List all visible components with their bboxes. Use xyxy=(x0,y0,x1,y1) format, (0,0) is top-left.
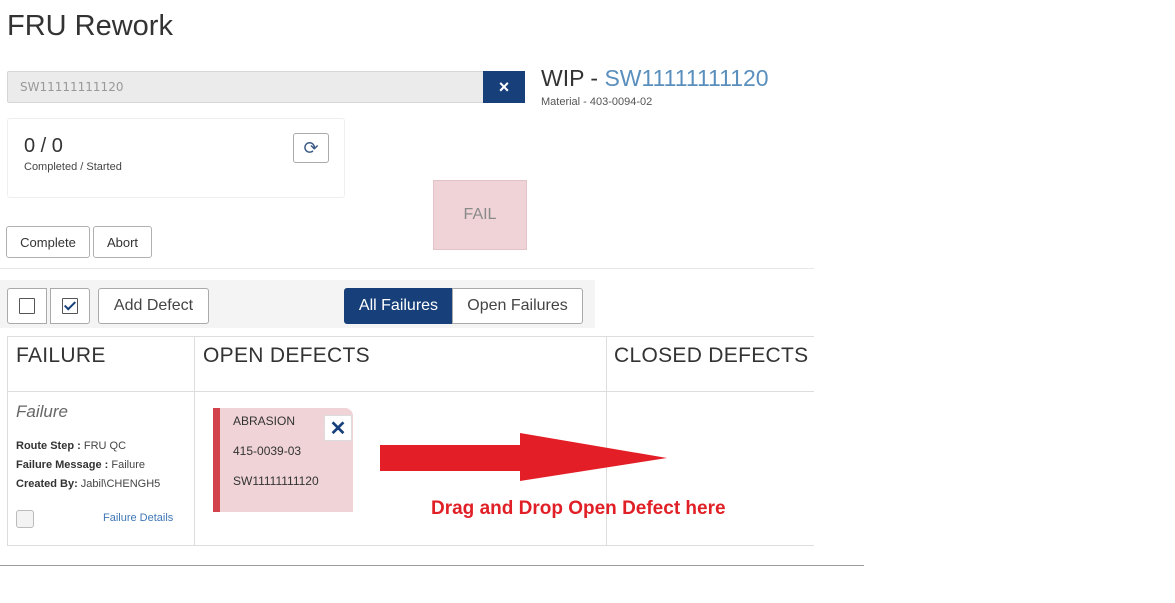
page-title: FRU Rework xyxy=(7,10,173,42)
refresh-button[interactable]: ⟳ xyxy=(293,133,329,163)
defect-part-number: 415-0039-03 xyxy=(233,444,302,458)
wip-serial: SW11111111120 xyxy=(604,65,769,91)
close-icon: ✕ xyxy=(329,417,347,440)
material-number: Material - 403-0094-02 xyxy=(541,96,653,108)
remove-defect-button[interactable]: ✕ xyxy=(324,415,352,441)
add-defect-button[interactable]: Add Defect xyxy=(98,288,209,324)
open-defect-card[interactable]: ABRASION 415-0039-03 SW11111111120 ✕ xyxy=(213,408,353,512)
complete-button[interactable]: Complete xyxy=(6,226,90,258)
wip-search-input[interactable]: SW11111111120 xyxy=(7,71,484,103)
annotation-arrow-shape xyxy=(380,433,667,481)
route-step-row: Route Step : FRU QC xyxy=(16,440,126,452)
divider xyxy=(0,268,814,269)
main-panel: FRU Rework SW11111111120 × WIP - SW11111… xyxy=(0,0,864,566)
checkbox-checked-icon xyxy=(62,298,78,314)
failure-message-row: Failure Message : Failure xyxy=(16,459,145,471)
all-failures-tab[interactable]: All Failures xyxy=(344,288,453,324)
column-header-failure: FAILURE xyxy=(16,344,106,367)
column-header-closed-defects: CLOSED DEFECTS xyxy=(614,344,809,367)
grid-column-divider xyxy=(194,336,195,546)
failure-name: Failure xyxy=(16,402,68,421)
created-by-row: Created By: Jabil\CHENGH5 xyxy=(16,478,160,490)
failure-details-link[interactable]: Failure Details xyxy=(103,512,173,524)
close-icon: × xyxy=(498,76,510,97)
drag-drop-hint: Drag and Drop Open Defect here xyxy=(431,498,726,519)
status-fail-badge: FAIL xyxy=(433,180,527,250)
completed-started-label: Completed / Started xyxy=(24,161,122,173)
defect-code: ABRASION xyxy=(233,414,296,428)
wip-prefix: WIP - xyxy=(541,65,605,91)
checkbox-empty-icon xyxy=(19,298,35,314)
clear-search-button[interactable]: × xyxy=(483,71,525,103)
stats-card: 0 / 0 Completed / Started ⟳ xyxy=(7,118,345,198)
created-by-value: Jabil\CHENGH5 xyxy=(80,478,161,490)
column-header-open-defects: OPEN DEFECTS xyxy=(203,344,370,367)
wip-title: WIP - SW11111111120 xyxy=(541,65,769,92)
grid-header-divider xyxy=(7,391,814,392)
abort-button[interactable]: Abort xyxy=(93,226,152,258)
refresh-icon: ⟳ xyxy=(303,137,319,158)
defect-serial: SW11111111120 xyxy=(233,474,319,488)
failure-message-value: Failure xyxy=(111,459,145,471)
route-step-label: Route Step : xyxy=(16,440,84,452)
grid-border xyxy=(7,336,8,546)
arrow-right-icon xyxy=(380,433,667,481)
completed-started-count: 0 / 0 xyxy=(24,135,63,157)
open-failures-tab[interactable]: Open Failures xyxy=(452,288,583,324)
deselect-all-button[interactable] xyxy=(7,288,47,324)
created-by-label: Created By: xyxy=(16,478,81,490)
route-step-value: FRU QC xyxy=(83,440,127,452)
failure-checkbox[interactable] xyxy=(16,510,34,528)
failure-message-label: Failure Message : xyxy=(16,459,112,471)
select-all-button[interactable] xyxy=(50,288,90,324)
